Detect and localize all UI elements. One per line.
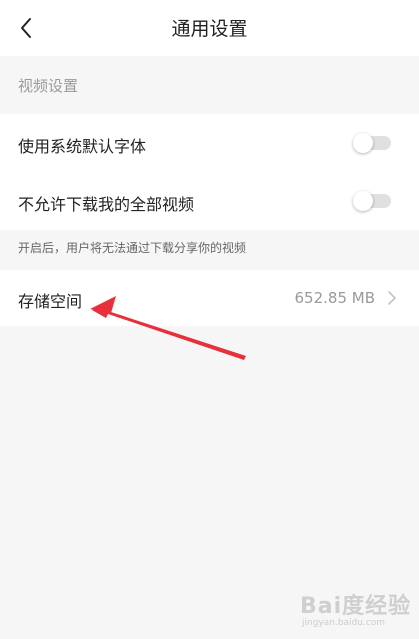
header-bar: 通用设置 [0,0,419,56]
section-title: 视频设置 [18,77,79,95]
setting-row-disallow-download: 不允许下载我的全部视频 [0,172,419,230]
hint-text: 开启后，用户将无法通过下载分享你的视频 [18,241,247,255]
chevron-right-icon [388,291,396,305]
settings-page: 通用设置 视频设置 使用系统默认字体 不允许下载我的全部视频 开启后，用户将无法… [0,0,419,639]
disallow-download-toggle[interactable] [353,191,391,211]
watermark: Bai度经验 jingyan.baidu.com [300,582,416,636]
page-title: 通用设置 [171,18,248,40]
chevron-left-icon [21,18,31,38]
storage-label: 存储空间 [18,292,83,311]
setting-label: 使用系统默认字体 [18,137,147,156]
setting-row-default-font: 使用系统默认字体 [0,114,419,172]
storage-value: 652.85 MB [294,289,376,307]
hint-bar: 开启后，用户将无法通过下载分享你的视频 [0,230,419,270]
section-header: 视频设置 [0,56,419,114]
default-font-toggle[interactable] [353,133,391,153]
watermark-logo: Bai度经验 [300,594,412,619]
setting-label: 不允许下载我的全部视频 [18,195,195,214]
toggle-knob [353,191,373,211]
toggle-knob [353,133,373,153]
watermark-sub: jingyan.baidu.com [302,618,386,628]
storage-row[interactable]: 存储空间 652.85 MB [0,270,419,326]
back-button[interactable] [10,12,42,44]
